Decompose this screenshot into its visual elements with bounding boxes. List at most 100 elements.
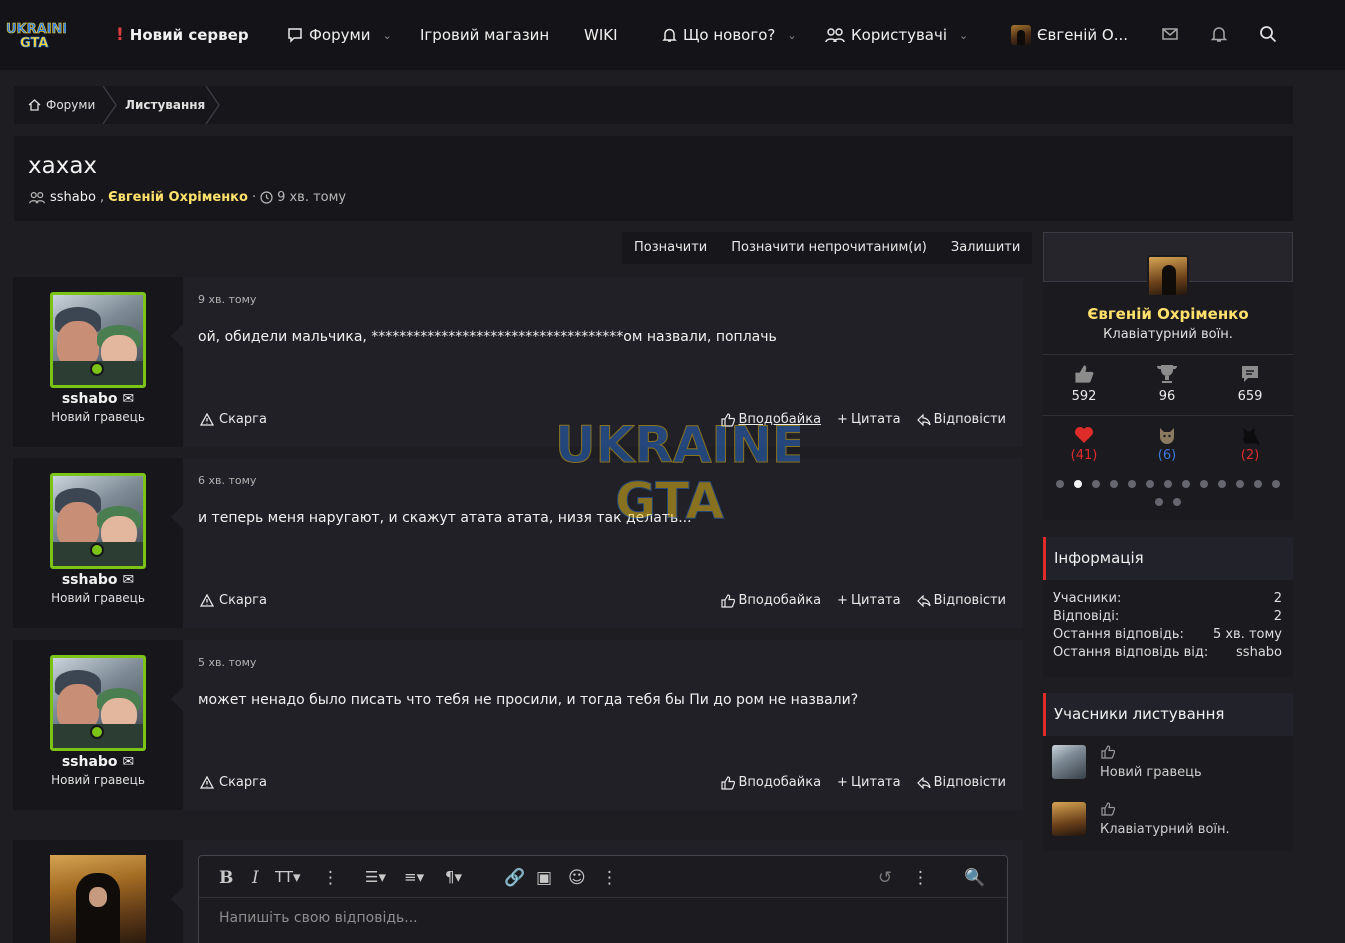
carousel-dot[interactable] [1056,480,1064,488]
black-cat-icon [1243,427,1259,446]
message-icon [1242,366,1258,382]
more-vertical-icon[interactable]: ⋮ [322,868,339,888]
account-menu[interactable]: Євгеній О... [1011,24,1128,46]
reaction-black-cat[interactable]: (2) [1225,426,1275,463]
thumbs-up-icon [1101,745,1115,759]
reaction-heart[interactable]: (41) [1059,426,1109,463]
info-heading: Інформація [1043,537,1293,580]
reaction-cat-count: (6) [1157,448,1177,463]
breadcrumb-separator-icon [205,86,220,124]
preview-icon[interactable]: 🔍 [964,868,985,888]
bold-icon[interactable]: B [219,868,233,888]
profile-title: Клавіатурний воїн. [1103,327,1233,342]
like-button[interactable]: Вподобайка [721,775,821,790]
carousel-dot[interactable] [1200,480,1208,488]
avatar[interactable] [1052,802,1086,836]
quote-button[interactable]: + Цитата [837,593,901,608]
carousel-dot[interactable] [1110,480,1118,488]
carousel-dot[interactable] [1155,498,1163,506]
carousel-dot[interactable] [1146,480,1154,488]
carousel-dot[interactable] [1272,480,1280,488]
participant-link[interactable]: sshabo [50,190,96,205]
mark-button[interactable]: Позначити [622,232,719,264]
link-icon[interactable]: 🔗 [504,868,525,888]
text-size-icon[interactable]: TT▾ [275,868,301,886]
carousel-dot[interactable] [1182,480,1190,488]
online-indicator-icon [90,725,104,739]
breadcrumb-home[interactable]: Форуми [28,98,95,112]
message-username[interactable]: sshabo ✉ [13,572,183,588]
reply-arrow-icon [916,413,931,426]
message-username[interactable]: sshabo ✉ [13,391,183,407]
breadcrumb-current[interactable]: Листування [125,98,205,112]
reply-button[interactable]: Відповісти [916,412,1006,427]
site-watermark-logo: UKRAINE GTA [555,416,800,531]
mark-unread-button[interactable]: Позначити непрочитаним(и) [719,232,939,264]
info-row: Остання відповідь від: sshabo [1053,645,1282,660]
nav-forums[interactable]: Форуми ⌄ [287,24,392,46]
paragraph-icon[interactable]: ¶▾ [445,868,462,886]
like-label: Вподобайка [738,775,822,790]
more-vertical-icon[interactable]: ⋮ [912,868,929,888]
carousel-dot[interactable] [1128,480,1136,488]
quote-button[interactable]: + Цитата [837,412,901,427]
heart-icon [1075,427,1093,443]
carousel-dot[interactable] [1218,480,1226,488]
reply-button[interactable]: Відповісти [916,775,1006,790]
report-button[interactable]: Скарга [200,775,267,790]
info-value[interactable]: sshabo [1236,645,1282,660]
nav-whats-new[interactable]: Що нового? ⌄ [662,24,797,46]
alerts-bell-icon[interactable] [1209,24,1229,44]
reply-placeholder[interactable]: Напишіть свою відповідь... [219,910,418,926]
carousel-dot[interactable] [1074,480,1082,488]
search-icon[interactable] [1258,24,1278,44]
nav-store[interactable]: Ігровий магазин [420,24,549,46]
carousel-dot[interactable] [1164,480,1172,488]
message-username[interactable]: sshabo ✉ [13,754,183,770]
inbox-icon[interactable] [1160,24,1180,44]
nav-wiki[interactable]: WIKI [584,24,618,46]
participant-item[interactable]: Новий гравець [1052,745,1282,785]
align-icon[interactable]: ≡▾ [404,868,424,886]
account-name: Євгеній О... [1037,26,1129,44]
carousel-dot[interactable] [1092,480,1100,488]
carousel-dot[interactable] [1173,498,1181,506]
more-vertical-icon[interactable]: ⋮ [601,868,618,888]
carousel-dot[interactable] [1236,480,1244,488]
profile-name[interactable]: Євгеній Охріменко [1043,305,1293,323]
report-button[interactable]: Скарга [200,593,267,608]
nav-users[interactable]: Користувачі ⌄ [825,24,968,46]
site-logo[interactable]: UKRAINE GTA [6,20,66,50]
message-time[interactable]: 6 хв. тому [198,474,256,487]
info-label: Відповіді: [1053,609,1120,624]
image-icon[interactable]: ▣ [536,868,552,888]
message-time[interactable]: 5 хв. тому [198,656,256,669]
carousel-dot[interactable] [1254,480,1262,488]
reply-editor[interactable]: B I TT▾ ⋮ ☰▾ ≡▾ ¶▾ 🔗 ▣ ☺ ⋮ ↺ ⋮ 🔍 Напишіт… [198,855,1008,943]
avatar[interactable] [1147,255,1189,297]
info-row: Остання відповідь: 5 хв. тому [1053,627,1282,642]
quote-button[interactable]: + Цитата [837,775,901,790]
message-time[interactable]: 9 хв. тому [198,293,256,306]
report-button[interactable]: Скарга [200,412,267,427]
participant-item[interactable]: Клавіатурний воїн. [1052,802,1282,842]
user-title: Новий гравець [51,410,145,424]
list-icon[interactable]: ☰▾ [365,868,386,886]
italic-icon[interactable]: I [252,868,259,888]
like-button[interactable]: Вподобайка [721,593,821,608]
leave-button[interactable]: Залишити [939,232,1032,264]
info-value: 2 [1273,609,1282,624]
participant-link[interactable]: Євгеній Охріменко [108,190,248,205]
reaction-cat[interactable]: (6) [1142,426,1192,463]
plus-icon: + [837,412,848,427]
smiley-icon[interactable]: ☺ [568,868,586,888]
avatar[interactable] [1052,745,1086,779]
nav-new-server[interactable]: ! Новий сервер [116,24,249,46]
undo-icon[interactable]: ↺ [878,868,892,888]
avatar[interactable] [50,855,146,943]
envelope-icon[interactable]: ✉ [122,391,134,407]
envelope-icon[interactable]: ✉ [122,754,134,770]
nav-store-label: Ігровий магазин [420,26,550,44]
envelope-icon[interactable]: ✉ [122,572,134,588]
reply-button[interactable]: Відповісти [916,593,1006,608]
